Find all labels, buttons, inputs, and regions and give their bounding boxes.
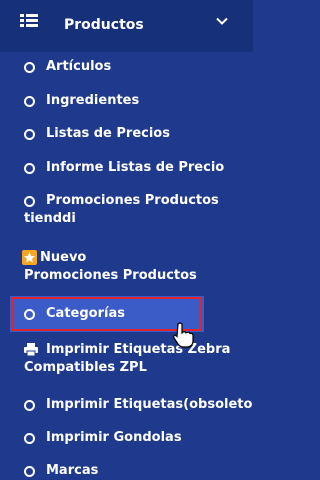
menu-item-label: Informe Listas de Precio bbox=[46, 160, 225, 175]
menu-item-label-line2: tienddi bbox=[24, 211, 76, 226]
menu-item-label: Artículos bbox=[46, 59, 112, 74]
menu-item-label: Marcas bbox=[46, 463, 99, 478]
menu-item-label: Ingredientes bbox=[46, 93, 140, 108]
menu-item-label: Imprimir Etiquetas(obsoleto bbox=[46, 397, 253, 412]
circle-icon bbox=[24, 400, 35, 411]
productos-menu-header[interactable]: Productos bbox=[0, 0, 253, 52]
menu-item-label: Nuevo bbox=[40, 250, 87, 265]
menu-item-label: Promociones Productos bbox=[46, 193, 219, 208]
circle-icon bbox=[24, 466, 35, 477]
chevron-down-icon[interactable] bbox=[216, 15, 228, 27]
circle-icon bbox=[24, 163, 35, 174]
circle-icon bbox=[24, 433, 35, 444]
menu-item-label: Imprimir Etiquetas Zebra bbox=[46, 342, 231, 357]
circle-icon bbox=[24, 129, 35, 140]
circle-icon bbox=[24, 196, 35, 207]
sidebar-submenu: Productos Artículos Ingredientes Listas … bbox=[0, 0, 253, 478]
hand-cursor-icon bbox=[173, 322, 194, 348]
star-icon bbox=[22, 250, 37, 265]
menu-item-label: Listas de Precios bbox=[46, 126, 170, 141]
list-icon bbox=[20, 14, 38, 28]
menu-item-label: Imprimir Gondolas bbox=[46, 430, 182, 445]
menu-item-promociones-productos-tienddi[interactable]: Promociones Productos tienddi bbox=[0, 192, 253, 232]
menu-item-label-line2: Compatibles ZPL bbox=[24, 360, 147, 375]
printer-icon bbox=[24, 343, 38, 356]
menu-item-nuevo-promociones-productos[interactable]: Nuevo Promociones Productos bbox=[0, 249, 253, 289]
circle-icon bbox=[24, 96, 35, 107]
menu-title: Productos bbox=[64, 17, 144, 33]
menu-item-imprimir-etiquetas-zebra[interactable]: Imprimir Etiquetas Zebra Compatibles ZPL bbox=[0, 341, 253, 381]
circle-icon bbox=[24, 62, 35, 73]
menu-item-label-line2: Promociones Productos bbox=[24, 268, 197, 283]
